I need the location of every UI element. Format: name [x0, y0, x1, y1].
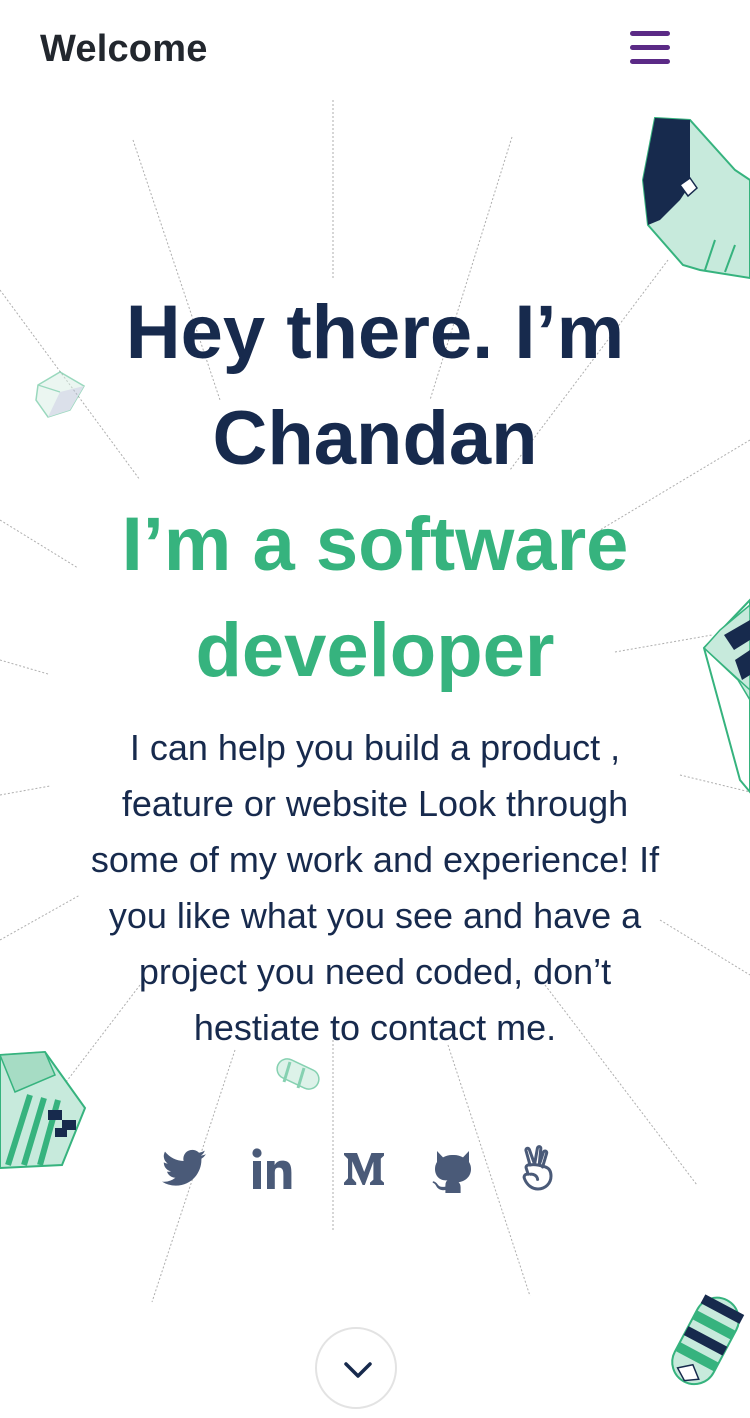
intro-line: I can help you build a product ,	[129, 727, 621, 768]
menu-bar-middle	[630, 45, 670, 50]
top-header: Welcome	[0, 0, 750, 100]
site-title[interactable]: Welcome	[40, 28, 208, 71]
decorative-pill-small	[276, 1058, 320, 1090]
intro-line: some of my work and experience! If	[90, 839, 660, 880]
linkedin-icon[interactable]	[249, 1145, 297, 1193]
hero-greeting: Hey there. I’m Chandan	[0, 280, 750, 492]
hero-role-line: I’m a software	[121, 502, 629, 587]
decorative-gem-top-right	[641, 116, 750, 280]
hero-greeting-line: Chandan	[212, 396, 538, 481]
medium-icon[interactable]	[340, 1145, 388, 1193]
hero-role: I’m a software developer	[0, 492, 750, 704]
hero-section: Hey there. I’m Chandan I’m a software de…	[0, 280, 750, 704]
social-links	[0, 1145, 750, 1201]
menu-bar-top	[630, 31, 670, 36]
intro-line: project you need coded, don’t	[138, 951, 612, 992]
hamburger-menu-icon[interactable]	[628, 28, 672, 72]
decorative-pill-bottom-right	[671, 1294, 745, 1386]
hero-role-line: developer	[195, 608, 555, 693]
menu-bar-bottom	[630, 59, 670, 64]
angellist-icon[interactable]	[514, 1145, 562, 1193]
intro-line: hestiate to contact me.	[193, 1007, 557, 1048]
github-icon[interactable]	[429, 1145, 477, 1193]
twitter-icon[interactable]	[160, 1145, 208, 1193]
hero-greeting-line: Hey there. I’m	[125, 290, 625, 375]
chevron-down-icon	[344, 1362, 372, 1378]
intro-paragraph: I can help you build a product , feature…	[30, 720, 720, 1056]
decorative-background	[0, 100, 750, 1386]
intro-line: feature or website Look through	[121, 783, 629, 824]
intro-line: you like what you see and have a	[108, 895, 642, 936]
scroll-down-button[interactable]	[315, 1327, 397, 1409]
